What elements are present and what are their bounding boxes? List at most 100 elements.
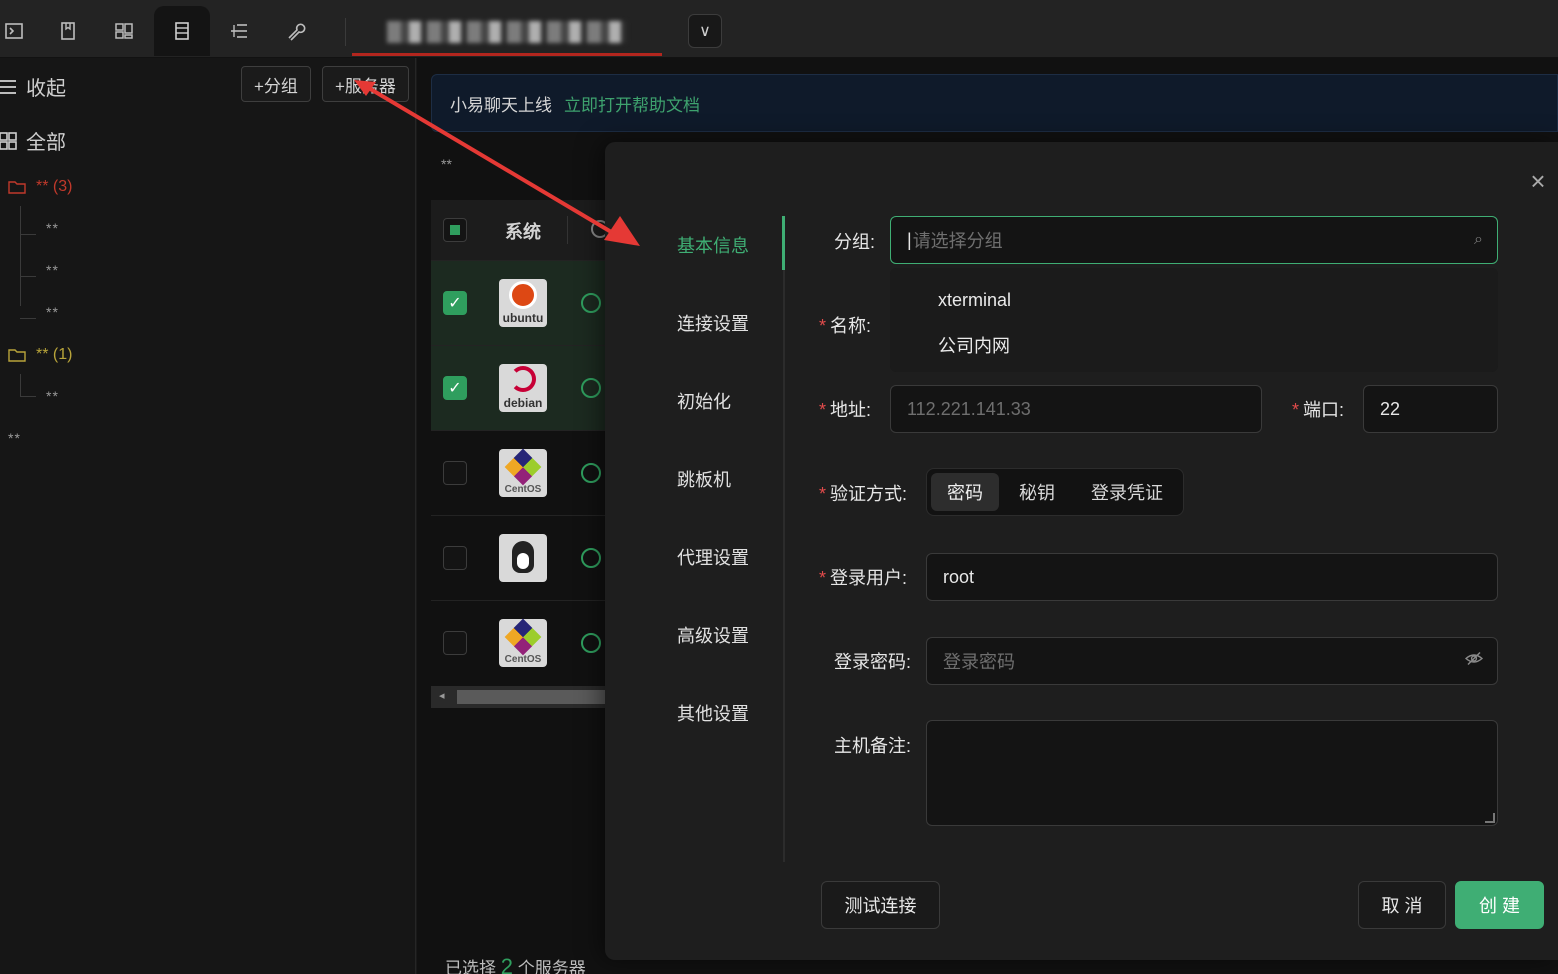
menu-icon bbox=[0, 79, 16, 94]
host-note-label: 主机备注: bbox=[834, 736, 912, 756]
nav-active-indicator bbox=[782, 216, 785, 270]
table-row[interactable] bbox=[431, 515, 607, 600]
add-server-button[interactable]: +服务器 bbox=[322, 66, 409, 102]
close-icon[interactable]: × bbox=[1526, 168, 1550, 194]
nav-other-settings[interactable]: 其他设置 bbox=[677, 700, 749, 726]
login-password-input[interactable]: 登录密码 bbox=[926, 637, 1498, 685]
status-online-icon bbox=[581, 633, 601, 653]
table-row[interactable]: CentOS bbox=[431, 430, 607, 515]
terminal-icon[interactable] bbox=[0, 6, 42, 56]
bookmark-icon[interactable] bbox=[40, 6, 96, 56]
host-note-textarea[interactable] bbox=[926, 720, 1498, 826]
nav-divider bbox=[783, 218, 785, 862]
dropdown-option[interactable]: xterminal bbox=[938, 290, 1011, 311]
dashboard-icon[interactable] bbox=[96, 6, 152, 56]
row-checkbox[interactable]: ✓ bbox=[443, 291, 467, 315]
auth-method-segmented: 密码 秘钥 登录凭证 bbox=[926, 468, 1184, 516]
horizontal-scrollbar[interactable]: ◂ bbox=[431, 686, 607, 708]
port-value: 22 bbox=[1380, 398, 1401, 419]
address-label: * 地址: bbox=[819, 400, 872, 420]
nav-connection-settings[interactable]: 连接设置 bbox=[677, 310, 749, 336]
status-online-icon bbox=[581, 463, 601, 483]
row-checkbox[interactable] bbox=[443, 546, 467, 570]
login-user-label-text: 登录用户: bbox=[830, 568, 908, 588]
status-online-icon bbox=[581, 378, 601, 398]
all-servers-item[interactable]: 全部 bbox=[0, 126, 66, 155]
nav-proxy-settings[interactable]: 代理设置 bbox=[677, 544, 749, 570]
dropdown-option[interactable]: 公司内网 bbox=[938, 332, 1010, 358]
os-name: CentOS bbox=[504, 654, 542, 665]
tree-connector bbox=[20, 374, 21, 396]
announcement-banner: 小易聊天上线 立即打开帮助文档 bbox=[431, 74, 1558, 132]
auth-option-credential[interactable]: 登录凭证 bbox=[1075, 473, 1179, 511]
row-checkbox[interactable] bbox=[443, 461, 467, 485]
sidebar-server-item[interactable]: ** bbox=[46, 220, 59, 236]
add-server-dialog: × 基本信息 连接设置 初始化 跳板机 代理设置 高级设置 其他设置 分组: |… bbox=[605, 142, 1558, 960]
login-user-label: * 登录用户: bbox=[819, 568, 908, 588]
add-group-button[interactable]: +分组 bbox=[241, 66, 311, 102]
selection-prefix: 已选择 bbox=[445, 959, 496, 974]
eye-hidden-icon[interactable] bbox=[1464, 652, 1484, 671]
test-connection-button[interactable]: 测试连接 bbox=[821, 881, 940, 929]
tree-connector bbox=[20, 396, 36, 397]
nav-basic-info[interactable]: 基本信息 bbox=[677, 232, 749, 258]
sidebar-server-item[interactable]: ** bbox=[46, 304, 59, 320]
wrench-icon[interactable] bbox=[268, 6, 324, 56]
nav-jump-host[interactable]: 跳板机 bbox=[677, 466, 731, 492]
address-placeholder: 112.221.141.33 bbox=[907, 398, 1031, 419]
auth-method-label-text: 验证方式: bbox=[830, 484, 908, 504]
group-select[interactable]: | 请选择分组 ⌕ bbox=[890, 216, 1498, 264]
collapse-label: 收起 bbox=[26, 78, 66, 100]
table-row[interactable]: ✓ debian bbox=[431, 345, 607, 430]
table-header: 系统 bbox=[431, 200, 609, 260]
scrollbar-thumb[interactable] bbox=[457, 690, 607, 704]
address-input[interactable]: 112.221.141.33 bbox=[890, 385, 1262, 433]
server-table: 系统 ✓ ubuntu ✓ debian CentOS CentOS bbox=[431, 200, 609, 710]
session-tab[interactable] bbox=[352, 8, 662, 56]
status-online-icon bbox=[581, 548, 601, 568]
port-input[interactable]: 22 bbox=[1363, 385, 1498, 433]
group-label: ** (3) bbox=[36, 178, 73, 195]
toolbar-divider bbox=[345, 18, 346, 46]
address-label-text: 地址: bbox=[830, 400, 872, 420]
login-user-input[interactable]: root bbox=[926, 553, 1498, 601]
centos-logo-icon: CentOS bbox=[499, 448, 547, 497]
folder-icon bbox=[8, 181, 26, 194]
password-placeholder: 登录密码 bbox=[943, 652, 1015, 672]
sidebar-ungrouped-item[interactable]: ** bbox=[8, 430, 21, 446]
folder-icon bbox=[8, 349, 26, 362]
row-checkbox[interactable]: ✓ bbox=[443, 376, 467, 400]
scroll-left-icon[interactable]: ◂ bbox=[439, 689, 445, 702]
create-button[interactable]: 创 建 bbox=[1455, 881, 1544, 929]
tree-icon[interactable] bbox=[210, 6, 266, 56]
tree-connector bbox=[20, 206, 21, 306]
sidebar-group-1[interactable]: ** (3) bbox=[8, 178, 72, 196]
tree-connector bbox=[20, 234, 36, 235]
table-row[interactable]: CentOS bbox=[431, 600, 607, 685]
name-label: * 名称: bbox=[819, 316, 872, 336]
tab-dropdown-button[interactable]: ∨ bbox=[688, 14, 722, 48]
collapse-button[interactable]: 收起 bbox=[0, 72, 66, 101]
auth-method-label: * 验证方式: bbox=[819, 484, 908, 504]
auth-option-key[interactable]: 秘钥 bbox=[1003, 473, 1071, 511]
help-doc-link[interactable]: 立即打开帮助文档 bbox=[564, 91, 700, 116]
sidebar-server-item[interactable]: ** bbox=[46, 388, 59, 404]
sidebar-group-2[interactable]: ** (1) bbox=[8, 346, 72, 364]
select-all-checkbox[interactable] bbox=[443, 218, 467, 242]
cancel-button[interactable]: 取 消 bbox=[1358, 881, 1446, 929]
table-row[interactable]: ✓ ubuntu bbox=[431, 260, 607, 345]
resize-handle-icon[interactable] bbox=[1485, 813, 1495, 823]
sidebar-server-item[interactable]: ** bbox=[46, 262, 59, 278]
search-icon: ⌕ bbox=[1474, 231, 1483, 248]
nav-advanced-settings[interactable]: 高级设置 bbox=[677, 622, 749, 648]
server-list-icon[interactable] bbox=[154, 6, 210, 56]
column-divider bbox=[567, 216, 568, 244]
nav-initialization[interactable]: 初始化 bbox=[677, 388, 731, 414]
auth-option-password[interactable]: 密码 bbox=[931, 473, 999, 511]
name-label-text: 名称: bbox=[830, 316, 872, 336]
banner-text: 小易聊天上线 bbox=[450, 95, 552, 115]
top-toolbar: ∨ bbox=[0, 0, 1558, 58]
grid-icon bbox=[0, 131, 17, 150]
group-dropdown-menu: xterminal 公司内网 bbox=[890, 268, 1498, 372]
row-checkbox[interactable] bbox=[443, 631, 467, 655]
